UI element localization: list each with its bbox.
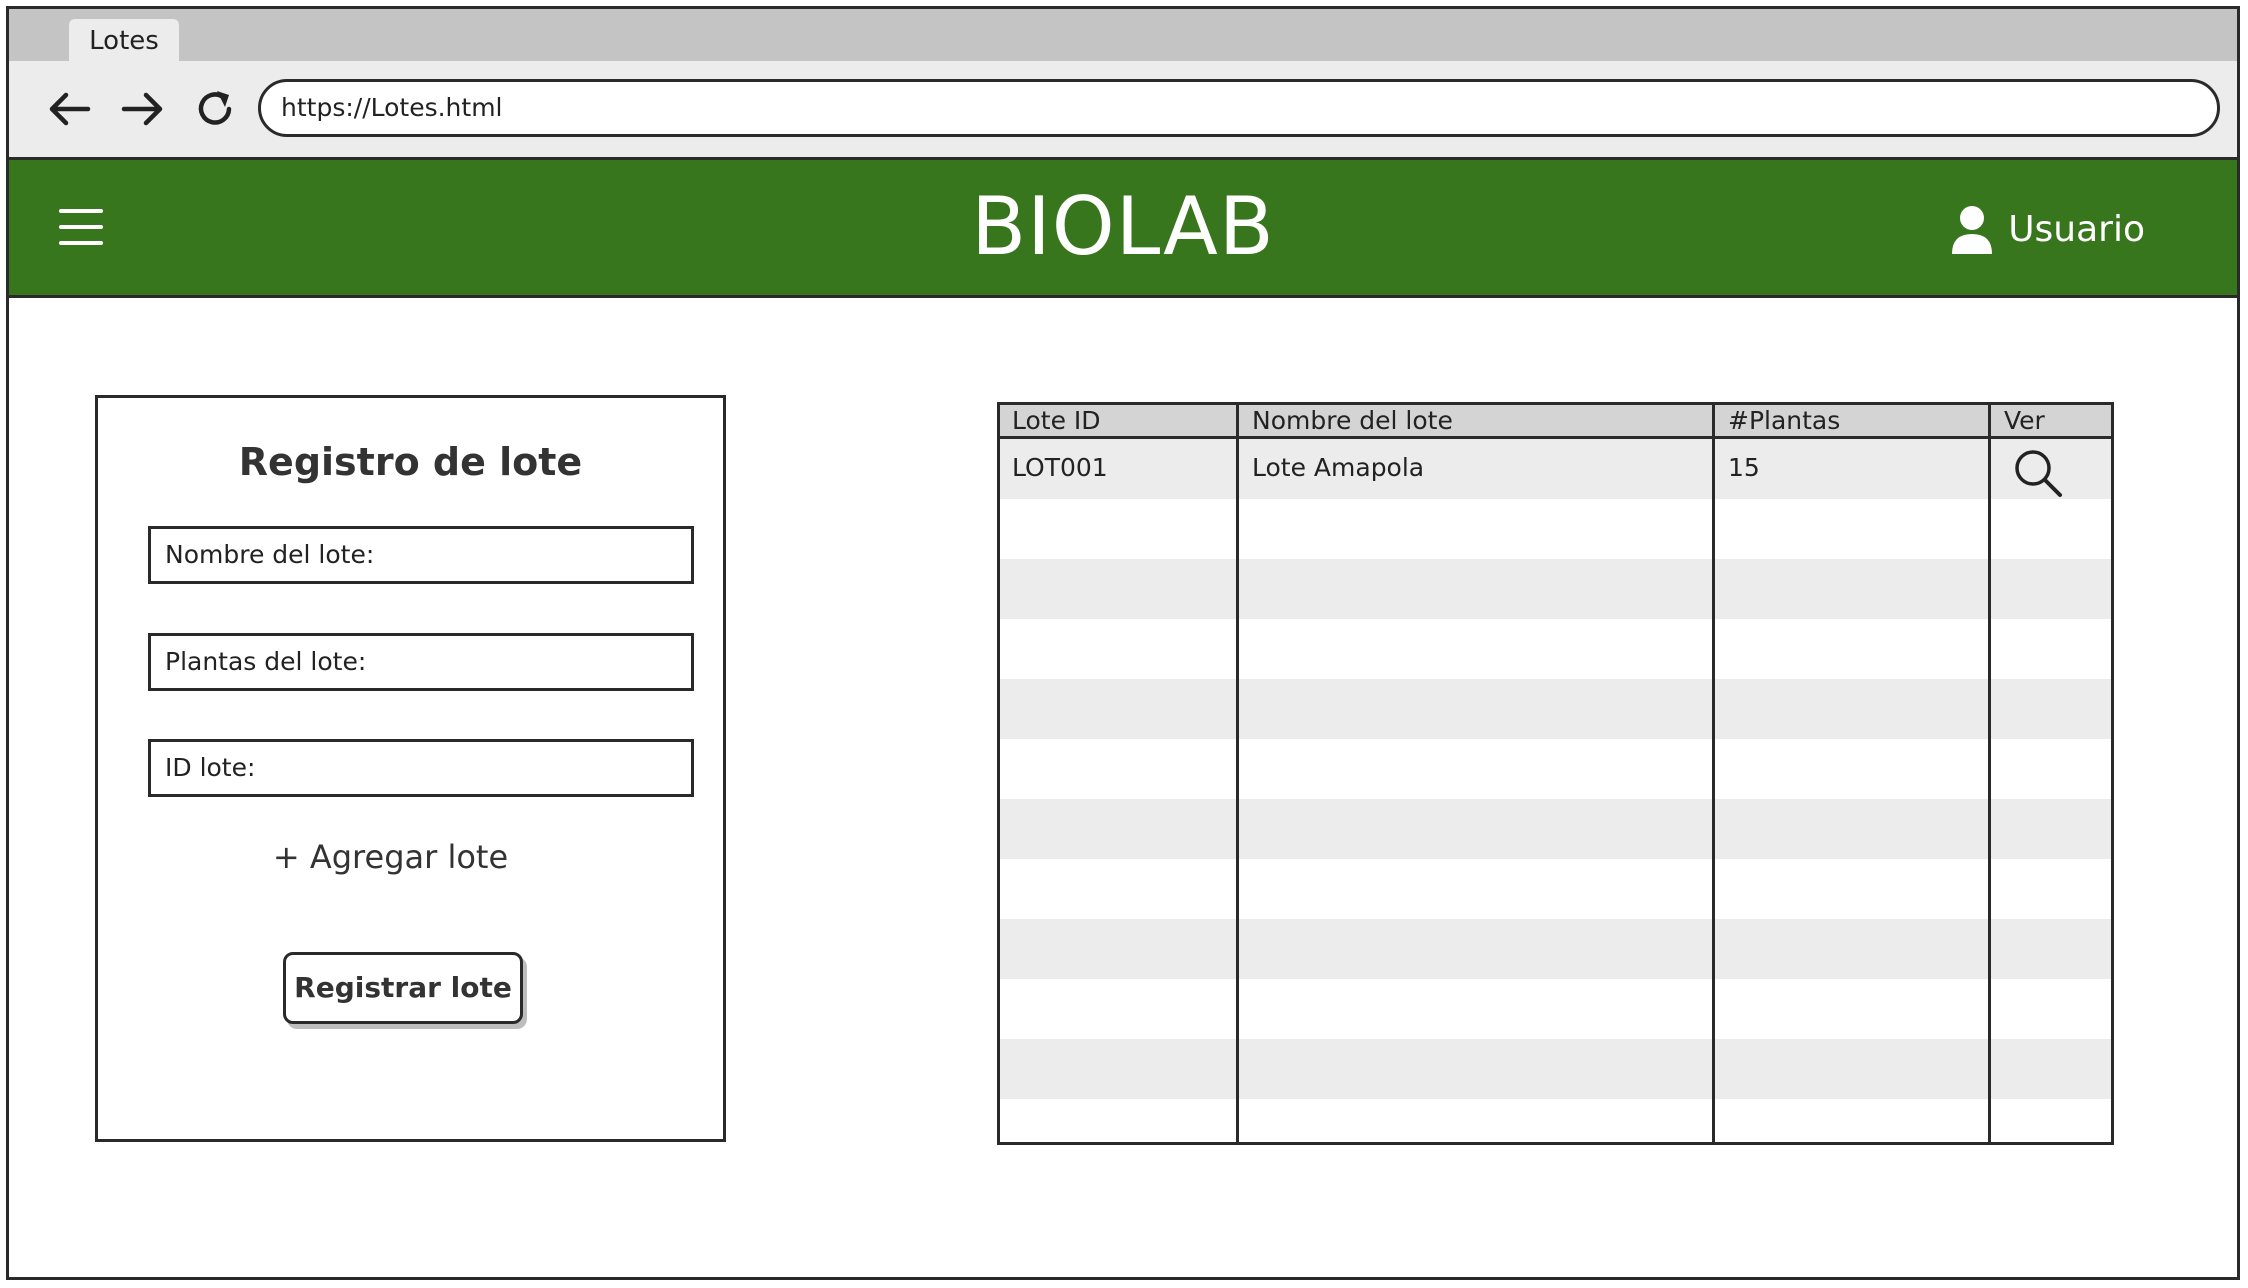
table-row-empty bbox=[1000, 679, 2111, 739]
lot-name-input[interactable]: Nombre del lote: bbox=[148, 526, 694, 584]
back-arrow-icon[interactable] bbox=[43, 83, 95, 135]
user-menu[interactable]: Usuario bbox=[1950, 204, 2145, 254]
tab-bar: Lotes bbox=[9, 9, 2237, 61]
col-header-lot-id[interactable]: Lote ID bbox=[1000, 405, 1101, 436]
col-header-view[interactable]: Ver bbox=[1992, 405, 2045, 436]
table-row-empty bbox=[1000, 619, 2111, 679]
user-label: Usuario bbox=[2008, 208, 2145, 250]
register-lot-button[interactable]: Registrar lote bbox=[283, 952, 523, 1024]
lot-plants-input[interactable]: Plantas del lote: bbox=[148, 633, 694, 691]
registration-panel: Registro de lote Nombre del lote: Planta… bbox=[95, 395, 726, 1142]
browser-navbar: https://Lotes.html bbox=[9, 61, 2237, 157]
table-row-empty bbox=[1000, 799, 2111, 859]
search-icon[interactable] bbox=[2012, 447, 2064, 503]
lots-table: LOT001 Lote Amapola 15 Lote ID Nombre de… bbox=[997, 402, 2114, 1145]
forward-arrow-icon[interactable] bbox=[117, 83, 169, 135]
table-row-empty bbox=[1000, 979, 2111, 1039]
table-header: Lote ID Nombre del lote #Plantas Ver bbox=[1000, 405, 2111, 439]
cell-plants: 15 bbox=[1728, 453, 1760, 482]
brand-title: BIOLAB bbox=[971, 180, 1275, 273]
lot-id-input[interactable]: ID lote: bbox=[148, 739, 694, 797]
col-header-lot-name[interactable]: Nombre del lote bbox=[1240, 405, 1453, 436]
table-row-empty bbox=[1000, 1039, 2111, 1099]
add-lot-link[interactable]: + Agregar lote bbox=[98, 838, 723, 876]
table-row[interactable]: LOT001 Lote Amapola 15 bbox=[1000, 439, 2111, 499]
column-divider bbox=[1236, 405, 1239, 1142]
col-header-plants[interactable]: #Plantas bbox=[1716, 405, 1840, 436]
table-row-empty bbox=[1000, 559, 2111, 619]
user-icon bbox=[1952, 206, 1993, 254]
app-header: BIOLAB Usuario bbox=[9, 157, 2237, 298]
column-divider bbox=[1988, 405, 1991, 1142]
reload-icon[interactable] bbox=[189, 83, 241, 135]
browser-tab[interactable]: Lotes bbox=[69, 19, 179, 61]
form-title: Registro de lote bbox=[238, 440, 583, 484]
table-row-empty bbox=[1000, 859, 2111, 919]
table-row-empty bbox=[1000, 499, 2111, 559]
cell-lot-id: LOT001 bbox=[1012, 453, 1108, 482]
column-divider bbox=[1712, 405, 1715, 1142]
table-row-empty bbox=[1000, 919, 2111, 979]
table-row-empty bbox=[1000, 739, 2111, 799]
cell-lot-name: Lote Amapola bbox=[1252, 453, 1425, 482]
address-bar[interactable]: https://Lotes.html bbox=[258, 79, 2220, 137]
